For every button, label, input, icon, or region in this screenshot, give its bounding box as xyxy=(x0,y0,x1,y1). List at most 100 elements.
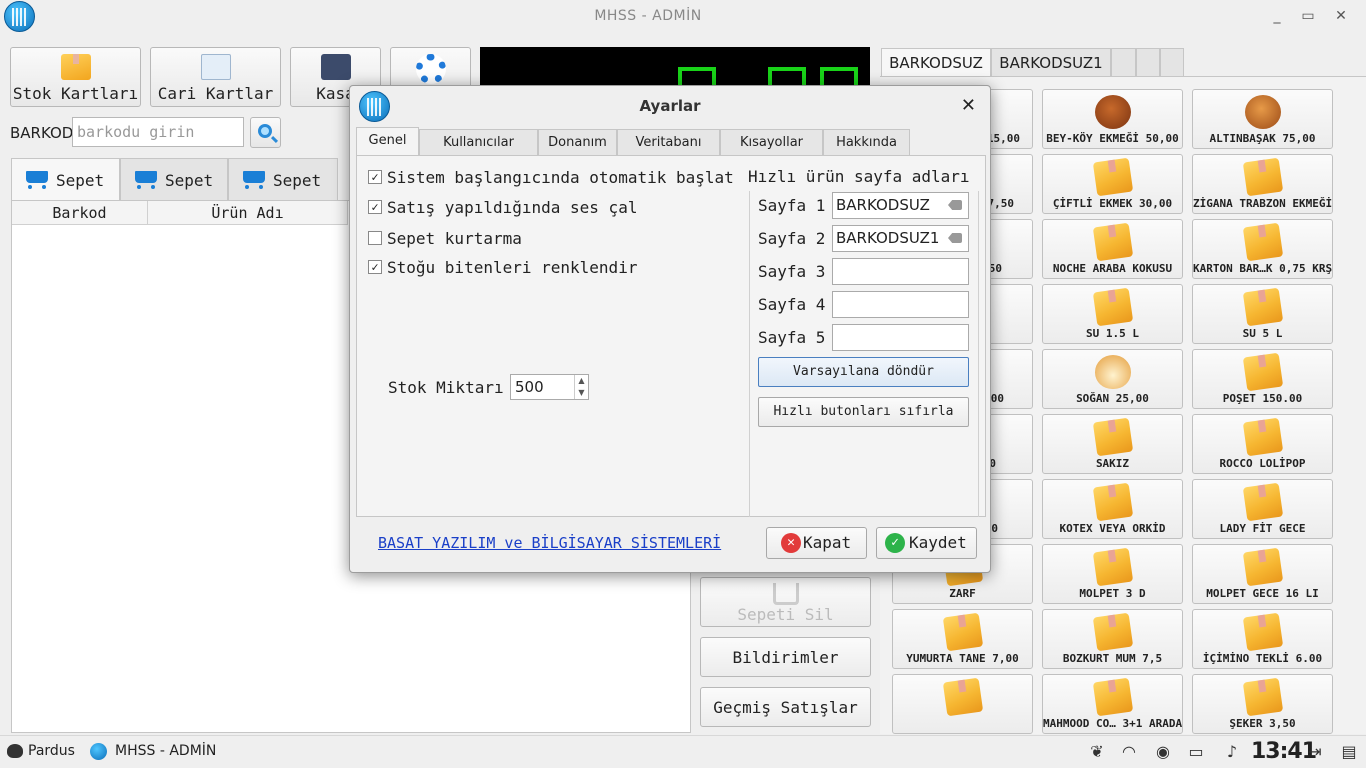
start-menu-button[interactable]: Pardus xyxy=(28,743,75,759)
column-header-barkod[interactable]: Barkod xyxy=(12,201,148,225)
product-tile[interactable]: İÇİMİNO TEKLİ 6.00 xyxy=(1192,609,1333,669)
product-tile[interactable]: ŞEKER 3,50 xyxy=(1192,674,1333,734)
sound-checkbox[interactable]: ✓ xyxy=(368,200,382,214)
safe-icon xyxy=(320,54,351,80)
leaf-icon[interactable]: ❦ xyxy=(1087,742,1107,762)
product-tile[interactable]: LADY FİT GECE xyxy=(1192,479,1333,539)
reset-quick-buttons-button[interactable]: Hızlı butonları sıfırla xyxy=(758,397,969,427)
product-tile[interactable]: MOLPET 3 D xyxy=(1042,544,1183,604)
package-icon xyxy=(1092,157,1133,197)
product-tile[interactable]: SOĞAN 25,00 xyxy=(1042,349,1183,409)
package-icon xyxy=(1242,352,1283,392)
product-tile[interactable]: ROCCO LOLİPOP xyxy=(1192,414,1333,474)
wifi-icon[interactable]: ◠ xyxy=(1119,742,1139,762)
tab-kisayollar[interactable]: Kısayollar xyxy=(720,129,823,155)
app-logo-icon xyxy=(90,743,107,760)
product-tile[interactable]: ALTINBAŞAK 75,00 xyxy=(1192,89,1333,149)
product-tile[interactable]: BEY-KÖY EKMEĞİ 50,00 xyxy=(1042,89,1183,149)
package-icon xyxy=(1092,287,1133,327)
product-tile[interactable]: ZİGANA TRABZON EKMEĞİ xyxy=(1192,154,1333,214)
product-tile[interactable]: SU 5 L xyxy=(1192,284,1333,344)
package-icon xyxy=(1242,677,1283,717)
close-button[interactable]: ✕ Kapat xyxy=(766,527,867,559)
tab-hakkinda[interactable]: Hakkında xyxy=(823,129,910,155)
tab-empty-3[interactable] xyxy=(1160,48,1184,76)
bildirimler-button[interactable]: Bildirimler xyxy=(700,637,871,677)
clear-icon[interactable] xyxy=(948,233,962,243)
contact-card-icon xyxy=(200,54,231,80)
page-4-label: Sayfa 4 xyxy=(758,295,826,314)
onion-icon xyxy=(1094,355,1131,389)
spin-down-icon[interactable]: ▼ xyxy=(574,387,588,399)
package-icon xyxy=(1242,157,1283,197)
tab-empty-1[interactable] xyxy=(1111,48,1136,76)
product-tile[interactable]: SU 1.5 L xyxy=(1042,284,1183,344)
tab-kullanicilar[interactable]: Kullanıcılar xyxy=(419,129,538,155)
desktop-icon[interactable]: ▤ xyxy=(1339,742,1359,762)
product-tile[interactable]: ÇİFTLİ EKMEK 30,00 xyxy=(1042,154,1183,214)
product-tile[interactable]: YUMURTA TANE 7,00 xyxy=(892,609,1033,669)
restore-defaults-button[interactable]: Varsayılana döndür xyxy=(758,357,969,387)
logout-icon[interactable]: ⇥ xyxy=(1305,742,1325,762)
tab-sepet-3[interactable]: Sepet xyxy=(228,158,338,200)
page-5-input[interactable] xyxy=(832,324,969,351)
dialog-title: Ayarlar xyxy=(639,97,701,115)
product-tile[interactable]: BOZKURT MUM 7,5 xyxy=(1042,609,1183,669)
product-tile[interactable]: POŞET 150.00 xyxy=(1192,349,1333,409)
package-icon xyxy=(1242,287,1283,327)
page-2-input[interactable]: BARKODSUZ1 xyxy=(832,225,969,252)
stock-amount-spinbox[interactable]: 500 ▲ ▼ xyxy=(510,374,589,400)
column-header-urun-adi[interactable]: Ürün Adı xyxy=(148,201,348,225)
sepeti-sil-button[interactable]: Sepeti Sil xyxy=(700,577,871,627)
auto-start-checkbox[interactable]: ✓ xyxy=(368,170,382,184)
tab-empty-2[interactable] xyxy=(1136,48,1160,76)
notification-bell-icon[interactable]: ♪ xyxy=(1222,742,1242,762)
bread-icon xyxy=(1244,95,1281,129)
package-icon xyxy=(1242,612,1283,652)
close-icon[interactable]: ✕ xyxy=(961,95,976,116)
cart-icon xyxy=(131,169,159,189)
barcode-label: BARKOD xyxy=(10,124,74,142)
tab-donanim[interactable]: Donanım xyxy=(538,129,617,155)
product-tile[interactable] xyxy=(892,674,1033,734)
maximize-icon[interactable]: ▭ xyxy=(1297,6,1319,26)
search-button[interactable] xyxy=(250,117,281,148)
product-tile[interactable]: KARTON BAR…K 0,75 KRŞ xyxy=(1192,219,1333,279)
product-tile[interactable]: MAHMOOD CO… 3+1 ARADA xyxy=(1042,674,1183,734)
tab-genel[interactable]: Genel xyxy=(356,127,419,155)
page-4-input[interactable] xyxy=(832,291,969,318)
package-icon xyxy=(1092,677,1133,717)
minimize-icon[interactable]: _ xyxy=(1266,6,1288,26)
package-icon xyxy=(1242,482,1283,522)
tab-veritabani[interactable]: Veritabanı xyxy=(617,129,720,155)
tab-barkodsuz1[interactable]: BARKODSUZ1 xyxy=(991,48,1111,76)
bread-icon xyxy=(1094,95,1131,129)
battery-icon[interactable]: ▭ xyxy=(1186,742,1206,762)
tab-sepet-2[interactable]: Sepet xyxy=(120,158,228,200)
package-icon xyxy=(1242,547,1283,587)
company-link[interactable]: BASAT YAZILIM ve BİLGİSAYAR SİSTEMLERİ xyxy=(378,534,721,552)
cari-kartlar-button[interactable]: Cari Kartlar xyxy=(150,47,281,107)
product-tile[interactable]: KOTEX VEYA ORKİD xyxy=(1042,479,1183,539)
total-display xyxy=(480,47,870,87)
record-icon[interactable]: ◉ xyxy=(1153,742,1173,762)
recover-cart-checkbox[interactable] xyxy=(368,231,382,245)
window-title: MHSS - ADMİN xyxy=(594,8,702,24)
clear-icon[interactable] xyxy=(948,200,962,210)
page-1-input[interactable]: BARKODSUZ xyxy=(832,192,969,219)
product-tile[interactable]: NOCHE ARABA KOKUSU xyxy=(1042,219,1183,279)
close-window-icon[interactable]: ✕ xyxy=(1330,6,1352,26)
taskbar-app-button[interactable]: MHSS - ADMİN xyxy=(115,743,216,759)
page-3-input[interactable] xyxy=(832,258,969,285)
stok-kartlari-button[interactable]: Stok Kartları xyxy=(10,47,141,107)
product-tile[interactable]: MOLPET GECE 16 LI xyxy=(1192,544,1333,604)
cart-icon xyxy=(22,169,50,189)
save-button[interactable]: ✓ Kaydet xyxy=(876,527,977,559)
spin-up-icon[interactable]: ▲ xyxy=(574,375,588,387)
barcode-input[interactable]: barkodu girin xyxy=(72,117,244,147)
tab-barkodsuz[interactable]: BARKODSUZ xyxy=(881,48,991,76)
product-tile[interactable]: SAKIZ xyxy=(1042,414,1183,474)
gecmis-satislar-button[interactable]: Geçmiş Satışlar xyxy=(700,687,871,727)
tab-sepet-1[interactable]: Sepet xyxy=(11,158,120,200)
color-out-of-stock-checkbox[interactable]: ✓ xyxy=(368,260,382,274)
